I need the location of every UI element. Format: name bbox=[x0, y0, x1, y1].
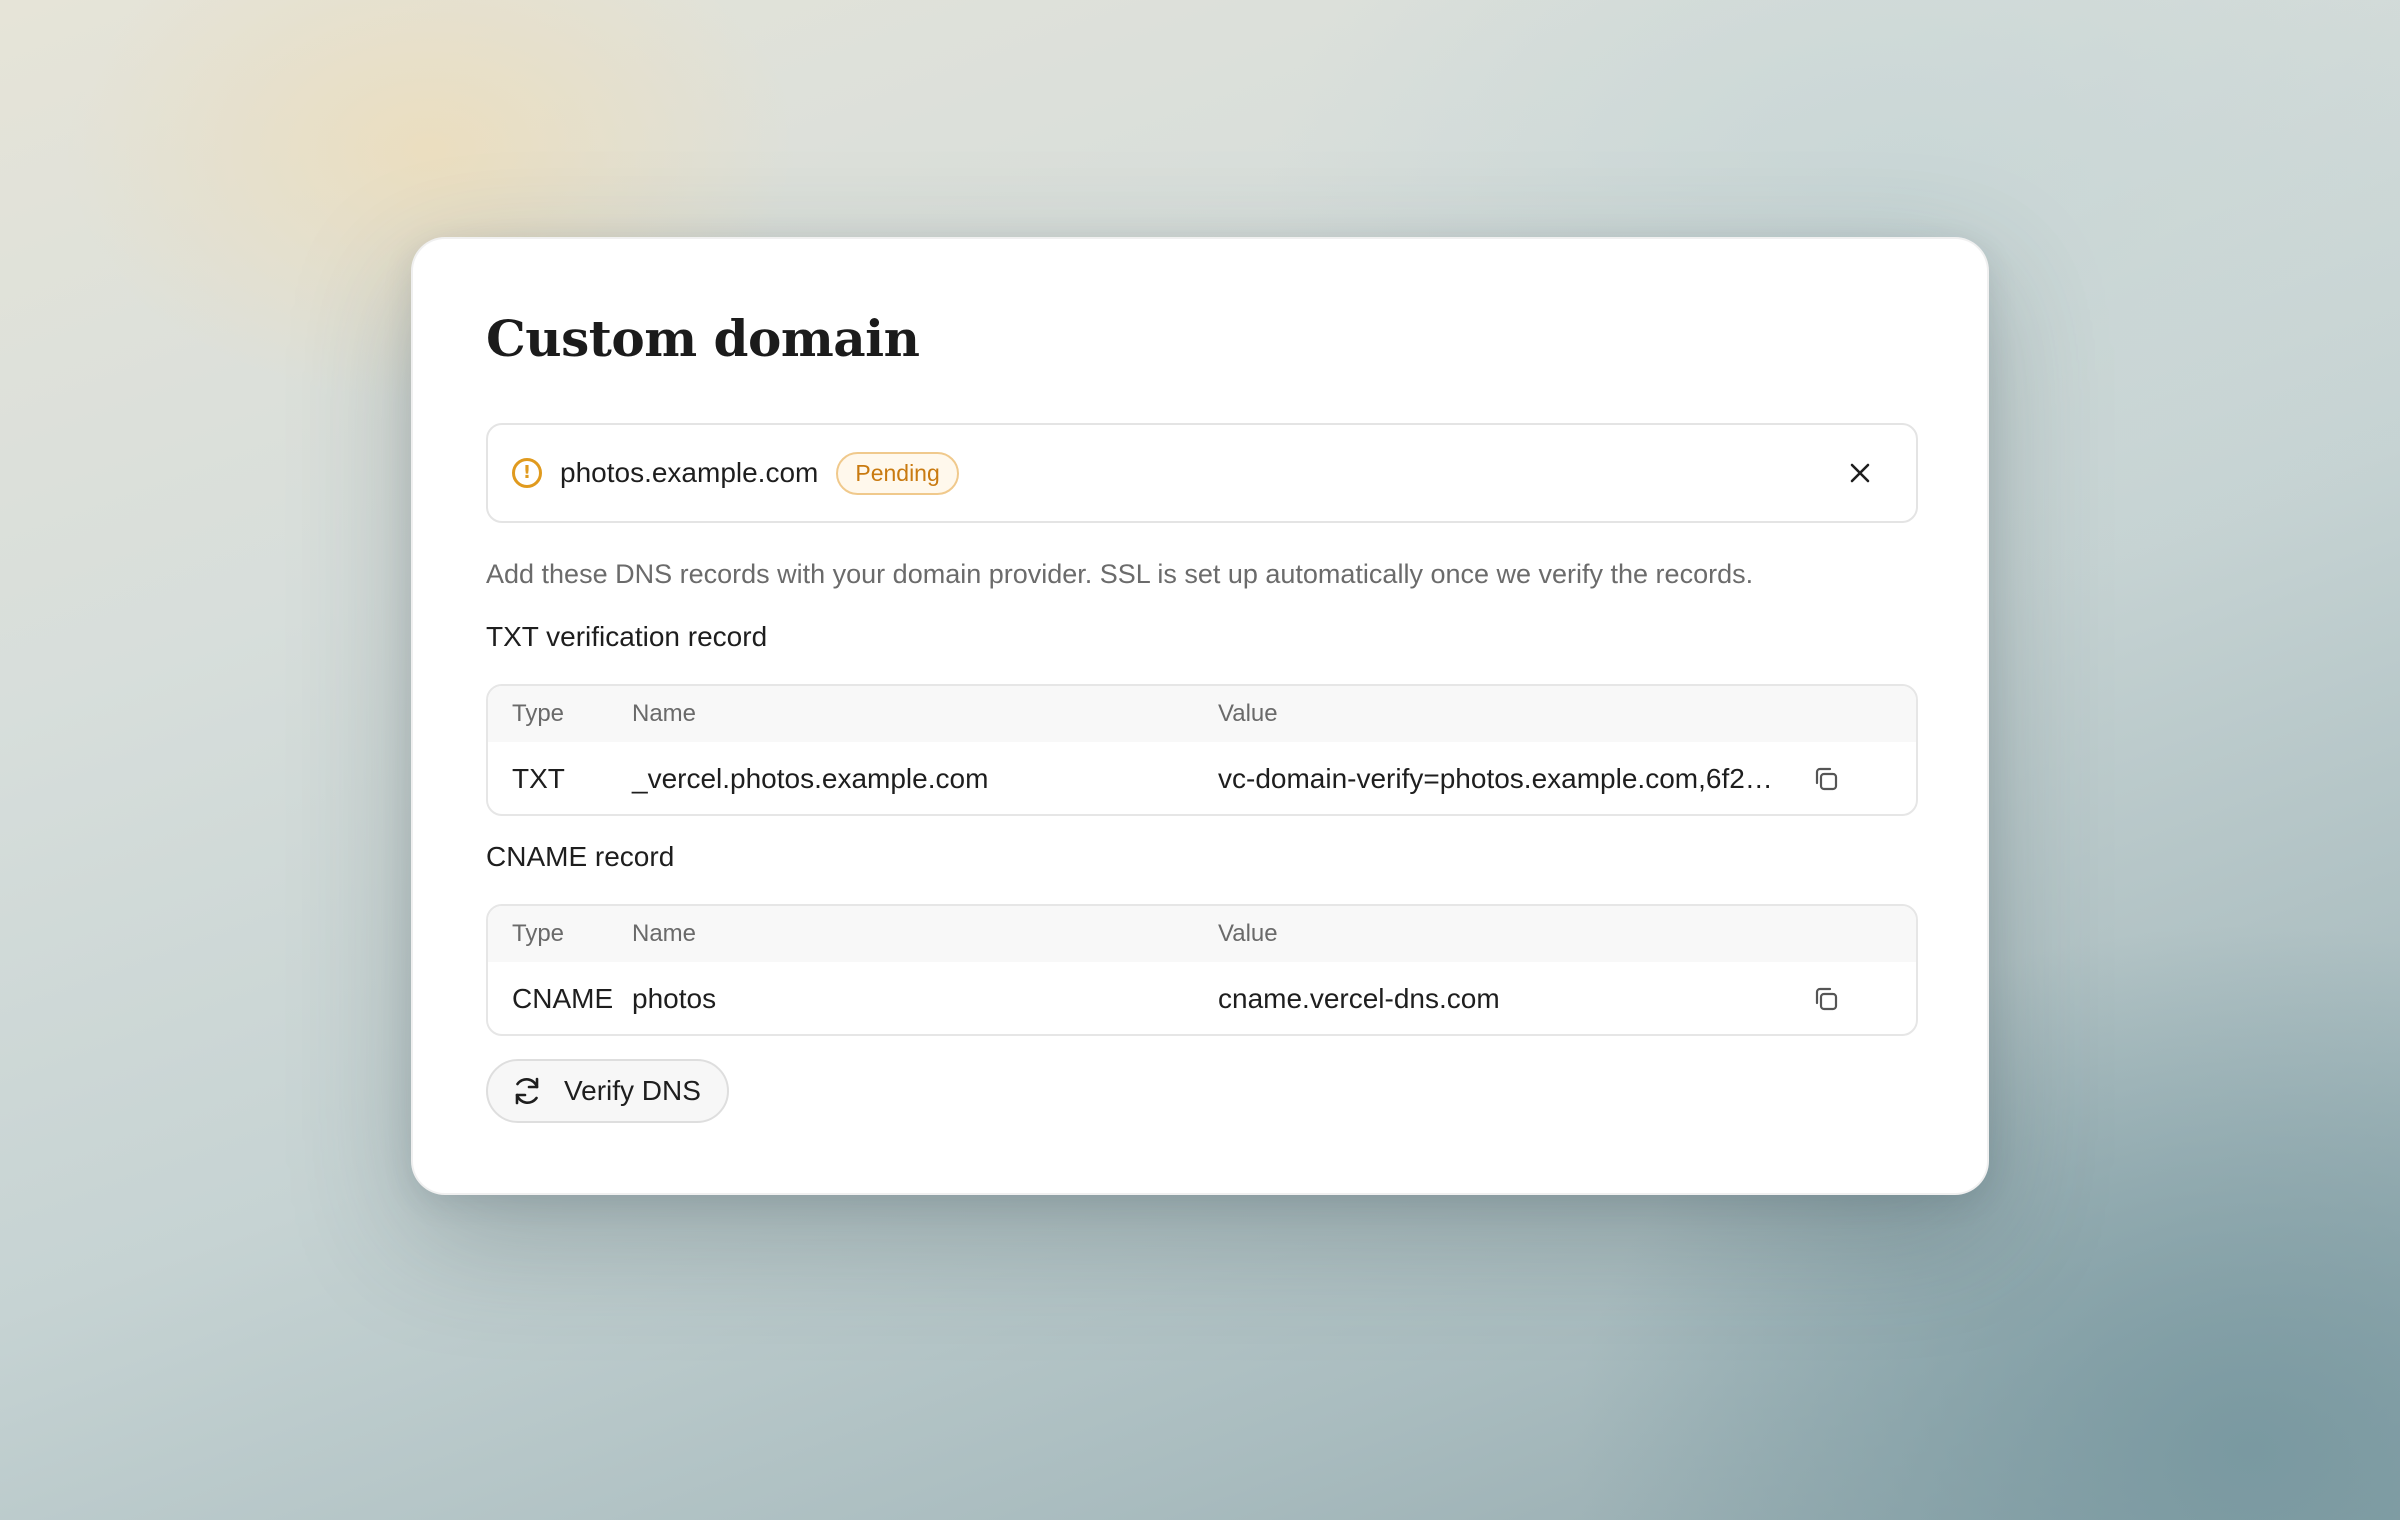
refresh-icon bbox=[510, 1074, 544, 1108]
dns-instructions: Add these DNS records with your domain p… bbox=[486, 559, 1754, 589]
column-name: Name bbox=[632, 700, 697, 727]
cname-record-label: CNAME record bbox=[486, 841, 675, 872]
record-type: TXT bbox=[512, 763, 565, 794]
column-type: Type bbox=[512, 700, 565, 727]
column-type: Type bbox=[512, 920, 565, 947]
record-type: CNAME bbox=[512, 983, 614, 1014]
copy-icon bbox=[1815, 987, 1838, 1011]
record-name[interactable]: _vercel.photos.example.com bbox=[632, 763, 1218, 795]
domain-name: photos.example.com bbox=[560, 457, 819, 488]
dialog-title: Custom domain bbox=[486, 309, 920, 368]
close-icon bbox=[1850, 463, 1870, 483]
verify-dns-button[interactable]: Verify DNS bbox=[486, 1059, 729, 1123]
table-row: TXT _vercel.photos.example.com vc-domain… bbox=[488, 742, 1916, 814]
table-header: Type Name Value bbox=[488, 686, 1916, 742]
copy-txt-value-button[interactable] bbox=[1806, 759, 1846, 799]
domain-entry: ! photos.example.com Pending bbox=[486, 423, 1918, 523]
cname-record-table: Type Name Value CNAME photos cname.verce… bbox=[486, 904, 1918, 1036]
custom-domain-dialog: Custom domain ! photos.example.com Pendi… bbox=[411, 237, 1989, 1195]
warning-circle-icon: ! bbox=[512, 458, 542, 488]
record-name[interactable]: photos bbox=[632, 983, 1218, 1015]
verify-dns-label: Verify DNS bbox=[564, 1075, 701, 1106]
copy-icon bbox=[1815, 767, 1838, 791]
status-badge: Pending bbox=[836, 451, 959, 495]
table-header: Type Name Value bbox=[488, 906, 1916, 962]
remove-domain-button[interactable] bbox=[1838, 451, 1882, 495]
column-value: Value bbox=[1218, 700, 1278, 727]
txt-record-label: TXT verification record bbox=[486, 621, 768, 652]
column-name: Name bbox=[632, 920, 697, 947]
record-value[interactable]: vc-domain-verify=photos.example.com,6f2… bbox=[1218, 763, 1798, 795]
copy-cname-value-button[interactable] bbox=[1806, 979, 1846, 1019]
record-value[interactable]: cname.vercel-dns.com bbox=[1218, 983, 1798, 1015]
txt-record-table: Type Name Value TXT _vercel.photos.examp… bbox=[486, 684, 1918, 816]
column-value: Value bbox=[1218, 920, 1278, 947]
table-row: CNAME photos cname.vercel-dns.com bbox=[488, 962, 1916, 1034]
